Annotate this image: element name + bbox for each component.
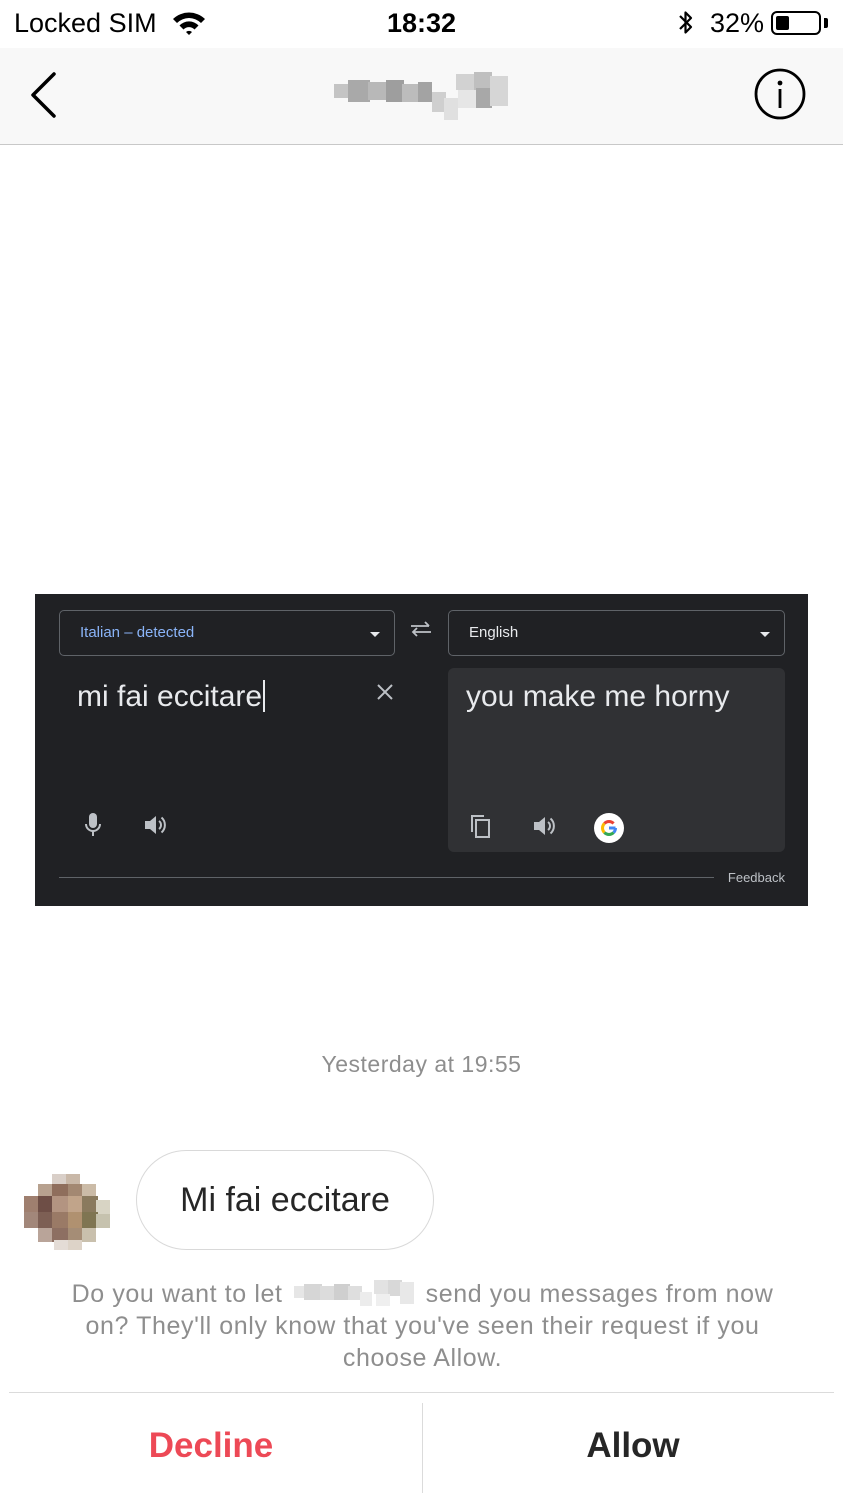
battery-level-fill [776,16,789,30]
google-logo-icon [593,812,625,849]
redacted-username [334,72,508,120]
allow-button[interactable]: Allow [423,1404,843,1492]
target-language-label: English [469,624,519,641]
status-bar: Locked SIM 18:32 32% [0,0,843,48]
swap-languages-icon [409,620,433,643]
source-language-select: Italian – detected [59,610,395,656]
dropdown-caret-icon [760,632,770,637]
source-text-area: mi fai eccitare [77,680,266,714]
chevron-left-icon [22,72,66,124]
divider [59,877,784,878]
feedback-link: Feedback [713,870,785,885]
translation-panel: you make me horny [448,668,785,852]
shared-translate-image[interactable]: Italian – detected English mi fai eccita… [35,594,808,906]
info-button[interactable] [754,68,806,120]
back-button[interactable] [22,70,66,120]
target-language-select: English [448,610,785,656]
speaker-icon [143,813,169,842]
decline-button[interactable]: Decline [0,1404,422,1492]
prompt-text-start: Do you want to let [71,1280,283,1308]
speaker-icon [532,814,558,843]
avatar[interactable] [24,1174,110,1250]
copy-icon [470,814,492,845]
message-bubble[interactable]: Mi fai eccitare [136,1150,434,1250]
source-language-label: Italian – detected [80,624,195,641]
message-timestamp: Yesterday at 19:55 [321,1051,522,1077]
message-text: Mi fai eccitare [180,1181,390,1219]
battery-icon [771,11,821,35]
battery-percentage: 32% [710,8,765,38]
close-icon [375,682,395,707]
text-cursor [263,680,266,712]
bluetooth-icon [676,9,696,42]
translated-text: you make me horny [466,680,730,713]
info-circle-icon [754,68,806,124]
message-request-prompt: Do you want to let send you messages fro… [50,1278,795,1374]
microphone-icon [83,812,103,843]
battery-cap [824,18,828,28]
source-text: mi fai eccitare [77,680,263,713]
redacted-username [294,1280,415,1306]
conversation-header [0,48,843,145]
dropdown-caret-icon [370,632,380,637]
action-divider [9,1392,834,1393]
